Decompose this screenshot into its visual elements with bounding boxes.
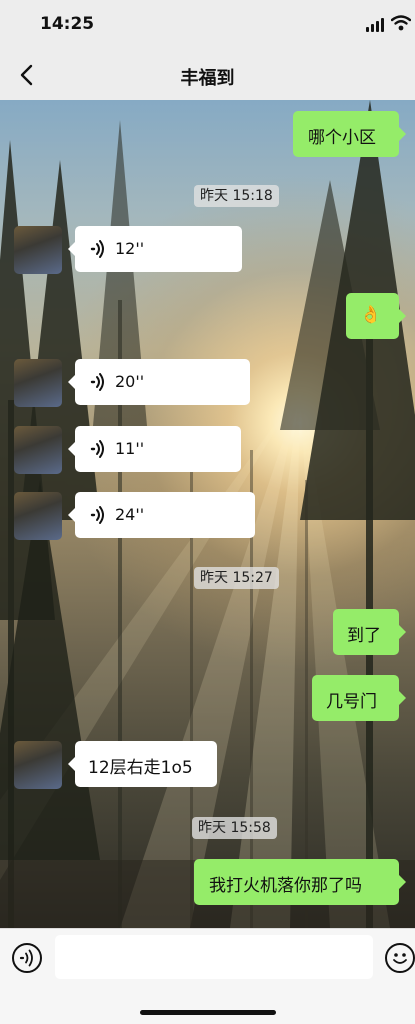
avatar[interactable]	[14, 426, 62, 474]
voice-duration: 24''	[115, 505, 145, 524]
voice-duration: 12''	[115, 239, 145, 258]
voice-wave-icon	[90, 440, 104, 458]
message-text: 我打火机落你那了吗	[209, 876, 362, 896]
voice-duration: 20''	[115, 372, 145, 391]
avatar[interactable]	[14, 226, 62, 274]
message-text: 几号门	[326, 692, 377, 712]
message-outgoing[interactable]: 哪个小区	[293, 111, 406, 157]
status-bar: 14:25	[0, 0, 415, 50]
nav-bar: 丰福到	[0, 50, 415, 100]
emoji-icon	[393, 953, 407, 964]
voice-wave-icon	[90, 506, 104, 524]
message-text: 到了	[347, 626, 381, 646]
message-incoming[interactable]: 12层右走1o5	[68, 741, 217, 787]
message-text: 哪个小区	[308, 128, 376, 148]
message-outgoing[interactable]: 👌	[346, 293, 406, 339]
voice-input-button[interactable]	[12, 943, 42, 973]
voice-message[interactable]: 11''	[68, 426, 241, 472]
voice-message[interactable]: 12''	[68, 226, 242, 272]
voice-input-icon	[19, 949, 33, 967]
chat-title: 丰福到	[180, 68, 235, 89]
timestamp: 昨天 15:18	[194, 185, 279, 207]
avatar[interactable]	[14, 741, 62, 789]
chat-area[interactable]: 哪个小区 昨天 15:18 12'' 👌 20'' 11'' 24'' 昨天 1…	[0, 100, 415, 928]
emoji-button[interactable]	[385, 943, 415, 973]
message-outgoing[interactable]: 我打火机落你那了吗	[194, 859, 406, 905]
status-time: 14:25	[40, 14, 95, 34]
voice-wave-icon	[90, 240, 104, 258]
home-indicator[interactable]	[140, 1010, 276, 1015]
ok-hand-emoji: 👌	[360, 305, 382, 325]
signal-icon	[366, 18, 386, 32]
message-outgoing[interactable]: 几号门	[312, 675, 406, 721]
voice-message[interactable]: 20''	[68, 359, 250, 405]
message-outgoing[interactable]: 到了	[333, 609, 406, 655]
message-input[interactable]	[55, 935, 373, 979]
wifi-icon	[391, 15, 411, 31]
avatar[interactable]	[14, 492, 62, 540]
message-text: 12层右走1o5	[88, 758, 193, 778]
voice-duration: 11''	[115, 439, 145, 458]
voice-message[interactable]: 24''	[68, 492, 255, 538]
avatar[interactable]	[14, 359, 62, 407]
chat-screen: 14:25 丰福到 哪个小区 昨天 15:18 12'' 👌 20'' 11''…	[0, 0, 415, 1024]
timestamp: 昨天 15:27	[194, 567, 279, 589]
voice-wave-icon	[90, 373, 104, 391]
timestamp: 昨天 15:58	[192, 817, 277, 839]
